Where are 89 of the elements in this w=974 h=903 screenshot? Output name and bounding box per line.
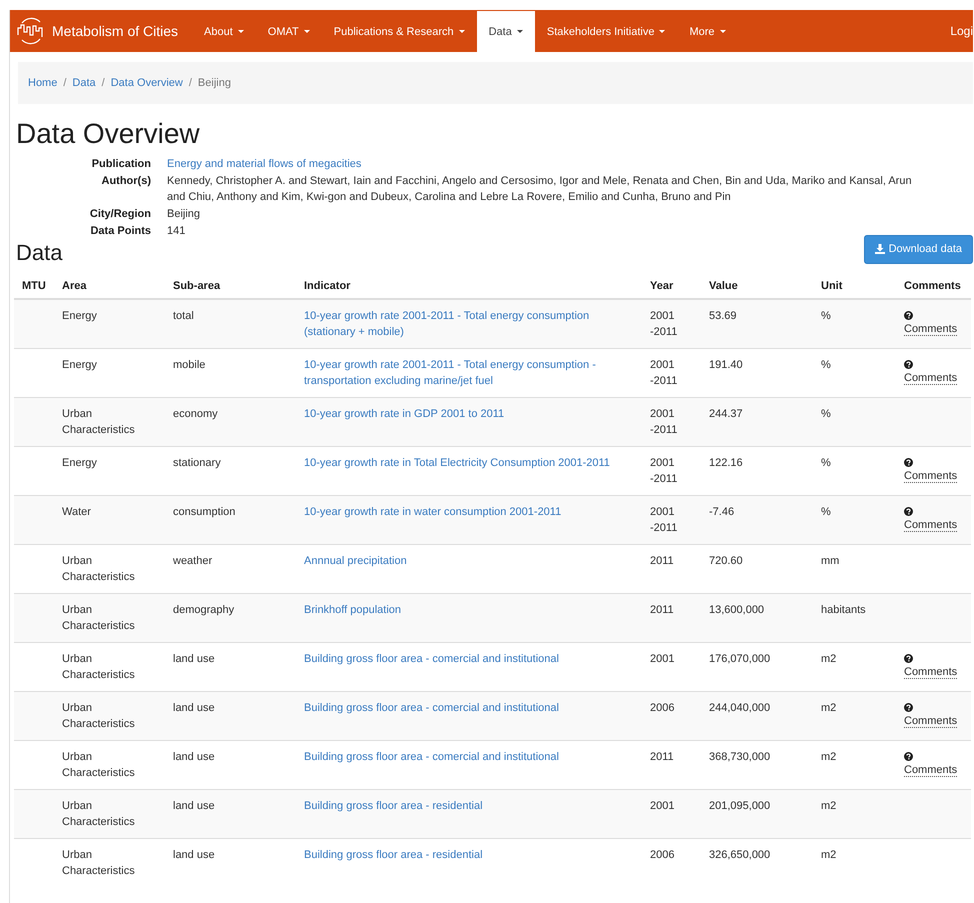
help-icon — [904, 360, 913, 369]
table-cell: m2 — [813, 692, 896, 740]
table-cell: land use — [165, 838, 296, 887]
help-icon — [904, 654, 913, 663]
caret-icon — [304, 30, 310, 33]
nav-menu-item[interactable]: About — [192, 11, 256, 52]
table-cell: 2001 -2011 — [642, 398, 701, 446]
table-cell: habitants — [813, 594, 896, 642]
nav-menu-item[interactable]: Data — [476, 11, 535, 52]
indicator-link[interactable]: Building gross floor area - comercial and institutional — [304, 749, 634, 765]
table-cell: 201,095,000 — [701, 790, 813, 838]
comments-link[interactable]: Comments — [904, 372, 958, 385]
table-cell: 2001 -2011 — [642, 496, 701, 544]
table-cell: 326,650,000 — [701, 838, 813, 887]
table-cell: 2001 -2011 — [642, 299, 701, 348]
table-cell: Urban Characteristics — [54, 838, 165, 887]
indicator-link[interactable]: Building gross floor area - comercial and institutional — [304, 651, 634, 667]
indicator-link[interactable]: Annnual precipitation — [304, 553, 634, 569]
caret-icon — [458, 30, 465, 33]
table-cell: land use — [165, 692, 296, 740]
help-icon — [904, 507, 913, 516]
table-cell: consumption — [165, 496, 296, 544]
table-cell: Urban Characteristics — [54, 398, 165, 446]
table-cell: Urban Characteristics — [54, 594, 165, 642]
indicator-link[interactable]: 10-year growth rate 2001-2011 - Total energy consumption - transportation excluding marine/jet fuel — [304, 357, 634, 389]
table-cell: 244.37 — [701, 398, 813, 446]
breadcrumb-link[interactable]: Data Overview — [110, 77, 183, 89]
table-cell: % — [813, 398, 896, 446]
detail-label: Data Points — [89, 224, 151, 239]
detail-value: 141 — [167, 224, 186, 239]
comments-link[interactable]: Comments — [904, 519, 958, 532]
table-cell: 13,600,000 — [701, 594, 813, 642]
nav-menu-item[interactable]: Publications & Research — [322, 11, 477, 52]
brand-link[interactable]: Metabolism of Cities — [10, 10, 192, 52]
table-cell: 2011 — [642, 594, 701, 642]
table-cell: demography — [165, 594, 296, 642]
comments-link[interactable]: Comments — [904, 470, 958, 483]
detail-value: Beijing — [167, 207, 202, 222]
help-icon — [904, 311, 913, 320]
table-cell: % — [813, 299, 896, 348]
comments-link[interactable]: Comments — [904, 715, 958, 728]
help-icon — [904, 752, 913, 761]
breadcrumb-current: Beijing — [198, 77, 231, 89]
section-title: Data — [16, 240, 62, 266]
caret-icon — [238, 30, 244, 33]
table-cell: land use — [165, 790, 296, 838]
table-cell: Water — [54, 496, 165, 544]
comments-link[interactable]: Comments — [904, 666, 958, 679]
breadcrumb-separator: / — [188, 77, 192, 89]
caret-icon — [720, 30, 726, 33]
table-cell: 2006 — [642, 692, 701, 740]
table-cell: 244,040,000 — [701, 692, 813, 740]
help-icon — [904, 703, 913, 712]
indicator-link[interactable]: Building gross floor area - residential — [304, 847, 634, 863]
table-cell: Energy — [54, 299, 165, 348]
breadcrumb-link[interactable]: Home — [28, 77, 58, 89]
breadcrumb-link[interactable]: Data — [72, 77, 96, 89]
breadcrumb-separator: / — [63, 77, 66, 89]
table-cell: Urban Characteristics — [54, 790, 165, 838]
table-cell: economy — [165, 398, 296, 446]
nav-menu-item[interactable]: More — [677, 11, 738, 52]
breadcrumb-separator: / — [102, 77, 105, 89]
table-cell: -7.46 — [701, 496, 813, 544]
nav-menu-item[interactable]: OMAT — [256, 11, 322, 52]
help-icon — [904, 458, 913, 467]
nav-menu-item[interactable]: Stakeholders Initiative — [534, 11, 678, 52]
caret-icon — [516, 30, 523, 33]
detail-label: Publication — [90, 157, 151, 172]
detail-label: City/Region — [88, 207, 151, 222]
page-title: Data Overview — [16, 118, 201, 150]
table-cell: m2 — [813, 790, 896, 838]
table-cell: total — [165, 299, 296, 348]
download-button[interactable]: Download data — [864, 235, 973, 264]
table-cell: 53.69 — [701, 299, 813, 348]
table-cell: % — [813, 496, 896, 544]
caret-icon — [659, 30, 666, 33]
indicator-link[interactable]: 10-year growth rate in Total Electricity Consumption 2001-2011 — [304, 455, 634, 471]
table-cell: 2006 — [642, 838, 701, 887]
comments-link[interactable]: Comments — [904, 323, 958, 336]
table-cell: Urban Characteristics — [54, 692, 165, 740]
detail-value: Kennedy, Christopher A. and Stewart, Iain and Facchini, Angelo and Cersosimo, Igor and Mele, Renata and Chen, Bin and Uda, Mariko and Kansal, Arun — [167, 174, 913, 189]
download-icon — [874, 244, 885, 254]
publication-link[interactable]: Energy and material flows of megacities — [167, 156, 973, 172]
table-cell: m2 — [813, 838, 896, 887]
comments-link[interactable]: Comments — [904, 764, 958, 777]
table-cell: 2001 — [642, 790, 701, 838]
login-link[interactable]: Logi — [950, 10, 973, 52]
detail-value: and Chiu, Anthony and Kim, Kwi-gon and Dubeux, Carolina and Lebre La Rovere, Emilio and Cunha, Bruno and Pin — [167, 190, 732, 205]
detail-label: Author(s) — [100, 174, 151, 189]
